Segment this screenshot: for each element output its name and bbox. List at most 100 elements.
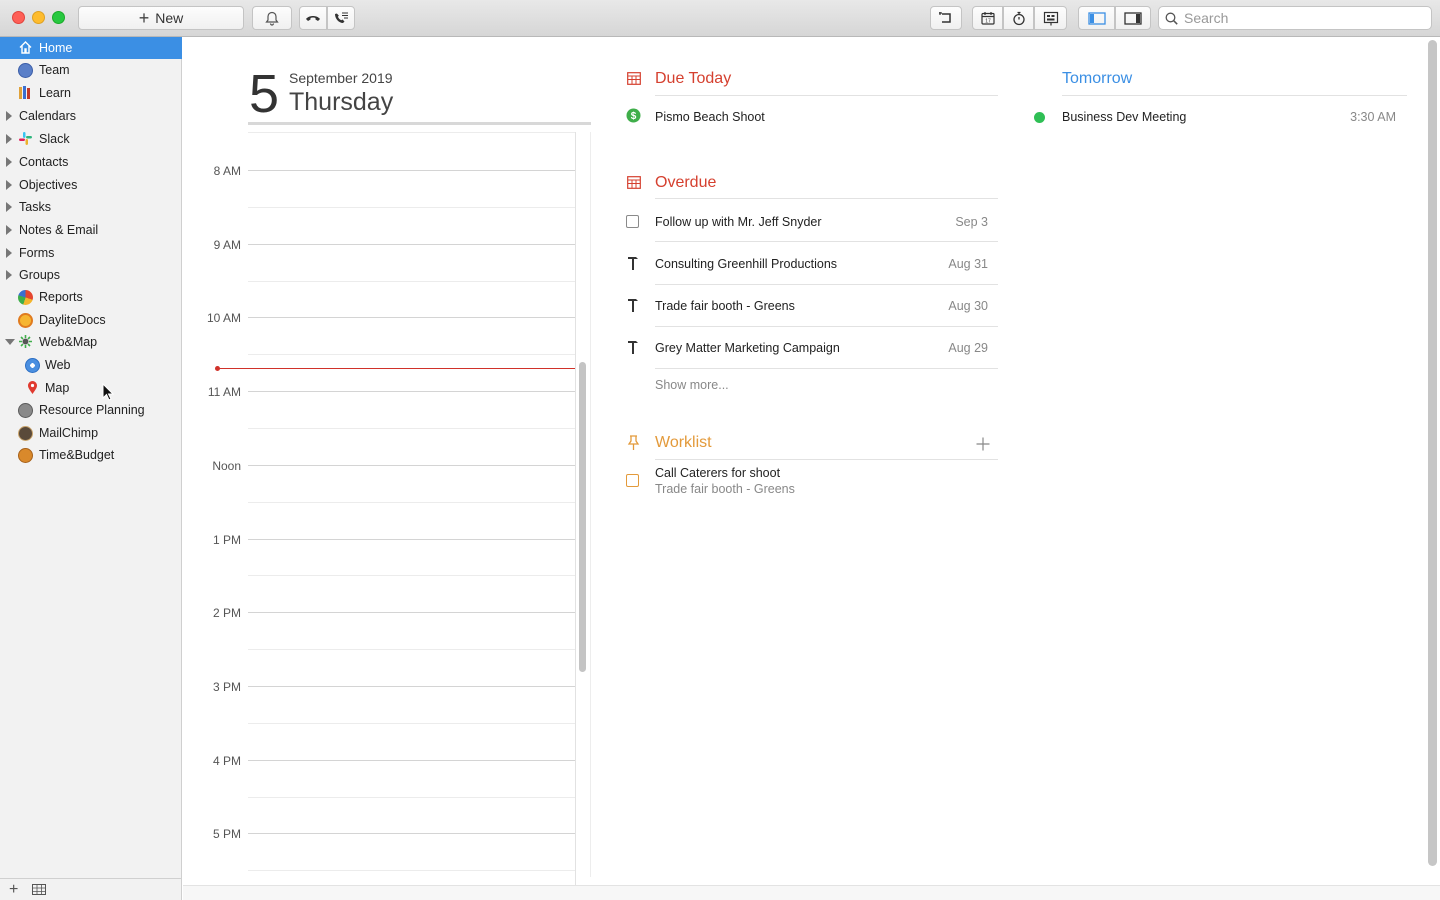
right-panel-icon [1124,11,1142,25]
hang-up-button[interactable] [299,6,327,30]
home-icon [19,41,32,54]
notifications-button[interactable] [252,6,292,30]
sidebar-item-slack[interactable]: Slack [0,128,182,150]
disclosure-triangle-icon[interactable] [6,248,12,258]
disclosure-triangle-icon[interactable] [6,180,12,190]
add-icon[interactable]: + [9,881,18,899]
sidebar-item-objectives[interactable]: Objectives [0,174,182,196]
weekday: Thursday [289,88,394,116]
sidebar-item-web[interactable]: Web [0,354,182,376]
mouse-cursor-icon [102,383,114,401]
sidebar-item-tasks[interactable]: Tasks [0,196,182,218]
disclosure-triangle-icon[interactable] [6,270,12,280]
worklist-title: Worklist [655,434,712,451]
sidebar-item-calendars[interactable]: Calendars [0,105,182,127]
sidebar-item-team[interactable]: Team [0,59,182,81]
time-gridline [248,132,575,133]
calendar-scrollbar[interactable] [579,362,586,672]
main-scrollbar[interactable] [1428,40,1437,866]
time-gridline [248,723,575,724]
day-calendar[interactable]: 8 AM 9 AM 10 AM 11 AM Noon 1 PM 2 PM 3 P… [183,132,591,885]
sidebar-item-resource-planning[interactable]: Resource Planning [0,399,182,421]
hour-label: 8 AM [213,164,241,178]
worklist-checkbox[interactable] [626,474,639,487]
grid-view-icon[interactable] [32,884,47,895]
date-divider [248,122,591,125]
search-icon [1165,12,1178,25]
hour-line [248,539,575,540]
disclosure-triangle-open-icon[interactable] [5,339,15,345]
sidebar-item-forms[interactable]: Forms [0,242,182,264]
phone-call-icon [335,12,348,23]
hour-line [248,760,575,761]
hour-line [248,317,575,318]
new-button[interactable]: + New [78,6,244,30]
disclosure-triangle-icon[interactable] [6,202,12,212]
sidebar-item-label: Calendars [19,109,76,123]
sidebar-item-map[interactable]: Map [0,377,182,399]
overdue-item-date: Aug 29 [948,341,988,355]
time-budget-icon [18,448,33,463]
overdue-item-title: Grey Matter Marketing Campaign [655,341,840,355]
disclosure-triangle-icon[interactable] [6,111,12,121]
toggle-left-panel-button[interactable] [1078,6,1115,30]
map-pin-icon [28,381,37,394]
overdue-item-title: Trade fair booth - Greens [655,299,795,313]
sidebar-item-webmap[interactable]: Web&Map [0,331,182,353]
project-hammer-icon [628,257,638,270]
toggle-right-panel-button[interactable] [1115,6,1151,30]
presentation-button[interactable] [1034,6,1067,30]
sidebar-item-reports[interactable]: Reports [0,286,182,308]
minimize-window-button[interactable] [32,11,45,24]
hour-line [248,391,575,392]
sidebar-item-time-budget[interactable]: Time&Budget [0,444,182,466]
svg-text:$: $ [631,111,637,122]
disclosure-triangle-icon[interactable] [6,225,12,235]
app-window: + New 17 Search Home Team Learn Calendar… [0,0,1440,900]
sidebar-item-notes-email[interactable]: Notes & Email [0,219,182,241]
sidebar-item-mailchimp[interactable]: MailChimp [0,422,182,444]
overdue-item-date: Sep 3 [955,215,988,229]
month-year: September 2019 [289,70,393,86]
plus-icon: + [138,8,150,28]
search-placeholder: Search [1184,10,1229,26]
sidebar-item-daylitedocs[interactable]: DayliteDocs [0,309,182,331]
hour-line [248,170,575,171]
zoom-window-button[interactable] [52,11,65,24]
add-worklist-item-icon[interactable] [976,437,990,451]
show-more-link[interactable]: Show more... [655,378,729,392]
overdue-item-title: Consulting Greenhill Productions [655,257,838,271]
worklist-item-subtitle: Trade fair booth - Greens [655,482,795,496]
close-window-button[interactable] [12,11,25,24]
section-divider [1062,95,1407,96]
search-field[interactable]: Search [1158,6,1432,30]
row-divider [655,368,998,369]
home-dashboard: 5 September 2019 Thursday 8 AM 9 AM 10 A… [183,37,1424,885]
left-panel-icon [1087,11,1106,25]
web-icon [25,358,40,373]
row-divider [655,241,998,242]
sidebar-item-contacts[interactable]: Contacts [0,151,182,173]
sidebar-item-label: Resource Planning [39,403,145,417]
mailchimp-icon [18,426,33,441]
disclosure-triangle-icon[interactable] [6,157,12,167]
due-today-item-title: Pismo Beach Shoot [655,110,765,124]
time-gridline [248,207,575,208]
sidebar-item-home[interactable]: Home [0,37,182,59]
hour-line [248,686,575,687]
hour-label: 3 PM [212,680,241,694]
sidebar-item-label: Tasks [19,200,51,214]
time-gridline [248,428,575,429]
task-checkbox[interactable] [626,215,639,228]
hour-line [248,612,575,613]
calendar-button[interactable]: 17 [972,6,1003,30]
sidebar-item-learn[interactable]: Learn [0,82,182,104]
horizontal-scroll-area [183,885,1440,900]
undo-button[interactable] [930,6,962,30]
call-log-button[interactable] [327,6,355,30]
disclosure-triangle-icon[interactable] [6,134,12,144]
slack-icon [19,132,32,145]
sidebar-item-groups[interactable]: Groups [0,264,182,286]
hour-label: 2 PM [212,606,241,620]
timer-button[interactable] [1003,6,1034,30]
